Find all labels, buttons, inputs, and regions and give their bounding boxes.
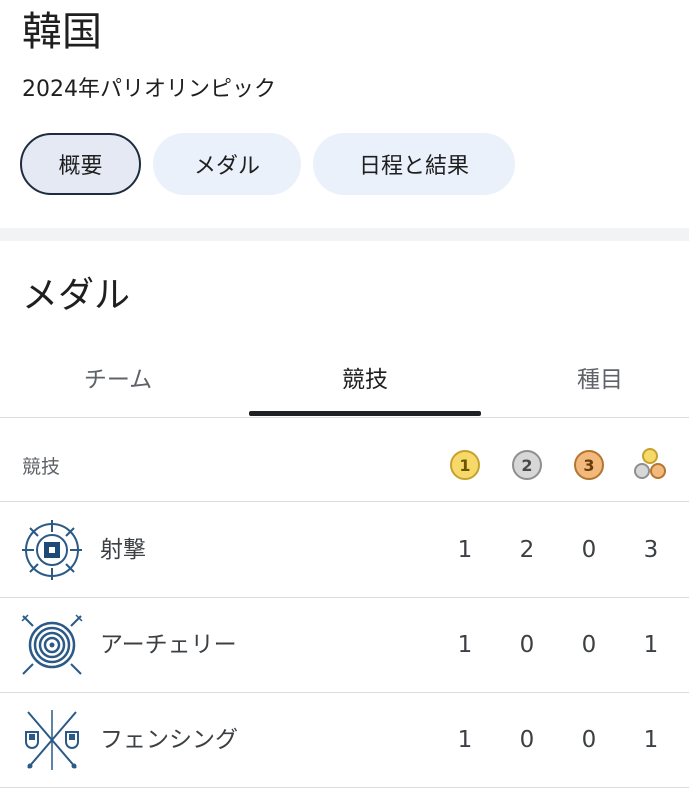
chip-bar: 概要 メダル 日程と結果 xyxy=(20,133,515,195)
tab-team[interactable]: チーム xyxy=(18,336,218,418)
page-title: 韓国 xyxy=(22,9,102,55)
table-row[interactable]: フェンシング 1 0 0 1 xyxy=(0,693,689,788)
tab-event[interactable]: 種目 xyxy=(500,336,689,418)
sport-name: アーチェリー xyxy=(100,632,237,658)
event-subtitle: 2024年パリオリンピック xyxy=(22,77,276,102)
section-divider xyxy=(0,228,689,241)
medals-section-title: メダル xyxy=(22,275,131,316)
sport-name: フェンシング xyxy=(100,727,238,753)
sport-name: 射撃 xyxy=(100,537,146,563)
total-count: 1 xyxy=(643,727,659,753)
silver-count: 2 xyxy=(519,537,535,563)
fencing-icon xyxy=(25,710,79,770)
table-row[interactable]: 射撃 1 2 0 3 xyxy=(0,503,689,598)
silver-medal-icon: 2 xyxy=(512,450,542,480)
silver-count: 0 xyxy=(519,632,535,658)
chip-schedule-results[interactable]: 日程と結果 xyxy=(313,133,515,195)
bronze-count: 0 xyxy=(581,632,597,658)
gold-count: 1 xyxy=(457,537,473,563)
medal-table-header: 競技 1 2 3 xyxy=(0,430,689,502)
sport-column-header: 競技 xyxy=(22,456,61,478)
silver-count: 0 xyxy=(519,727,535,753)
table-row[interactable]: アーチェリー 1 0 0 1 xyxy=(0,598,689,693)
shooting-icon xyxy=(22,520,82,580)
medal-total-icon xyxy=(634,448,666,479)
bronze-medal-icon: 3 xyxy=(574,450,604,480)
tab-sport[interactable]: 競技 xyxy=(249,336,481,418)
gold-medal-icon: 1 xyxy=(450,450,480,480)
chip-overview[interactable]: 概要 xyxy=(20,133,141,195)
gold-count: 1 xyxy=(457,727,473,753)
total-count: 3 xyxy=(643,537,659,563)
chip-medals[interactable]: メダル xyxy=(153,133,301,195)
gold-count: 1 xyxy=(457,632,473,658)
tab-selected-indicator xyxy=(249,411,481,416)
archery-icon xyxy=(21,614,83,675)
total-count: 1 xyxy=(643,632,659,658)
bronze-count: 0 xyxy=(581,537,597,563)
medal-tabs: チーム 競技 種目 xyxy=(0,336,689,418)
bronze-count: 0 xyxy=(581,727,597,753)
